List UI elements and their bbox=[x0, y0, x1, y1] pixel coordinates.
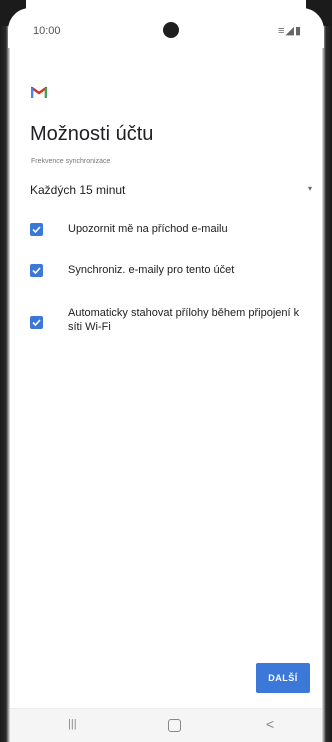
frequency-value: Každých 15 minut bbox=[30, 183, 126, 197]
right-bezel bbox=[322, 0, 332, 742]
status-time: 10:00 bbox=[33, 25, 61, 37]
front-camera bbox=[163, 22, 179, 38]
back-icon[interactable]: < bbox=[266, 716, 274, 732]
network-icon: ◢ bbox=[285, 25, 295, 37]
phone-screen: 10:00 ≡◢▮ Možnosti účtu Frekvence synchr… bbox=[0, 0, 332, 742]
home-icon[interactable] bbox=[168, 719, 181, 732]
option-sync-email[interactable]: Synchroniz. e-maily pro tento účet bbox=[30, 259, 320, 289]
status-icons: ≡◢▮ bbox=[278, 24, 302, 37]
gmail-logo-icon bbox=[31, 86, 47, 98]
page-title: Možnosti účtu bbox=[30, 123, 154, 145]
checkbox-sync-email[interactable] bbox=[30, 264, 43, 277]
frequency-label: Frekvence synchronizace bbox=[31, 158, 111, 165]
next-button[interactable]: DALŠÍ bbox=[256, 663, 310, 693]
option-notify-email[interactable]: Upozornit mě na příchod e-mailu bbox=[30, 219, 320, 249]
left-bezel bbox=[0, 0, 10, 742]
option-download-attachments[interactable]: Automaticky stahovat přílohy během připo… bbox=[30, 304, 320, 344]
option-label: Synchroniz. e-maily pro tento účet bbox=[68, 264, 235, 276]
dropdown-arrow-icon: ▾ bbox=[307, 184, 312, 193]
option-label: Automaticky stahovat přílohy během připo… bbox=[68, 307, 300, 333]
checkbox-download-attachments[interactable] bbox=[30, 316, 43, 329]
status-bar: 10:00 ≡◢▮ bbox=[0, 0, 332, 60]
navigation-bar: ||| < bbox=[10, 708, 322, 742]
recents-icon[interactable]: ||| bbox=[68, 718, 77, 730]
sync-frequency-dropdown[interactable]: Každých 15 minut ▾ bbox=[30, 176, 320, 202]
checkbox-notify-email[interactable] bbox=[30, 223, 43, 236]
battery-icon: ▮ bbox=[294, 25, 302, 37]
option-label: Upozornit mě na příchod e-mailu bbox=[68, 223, 228, 235]
